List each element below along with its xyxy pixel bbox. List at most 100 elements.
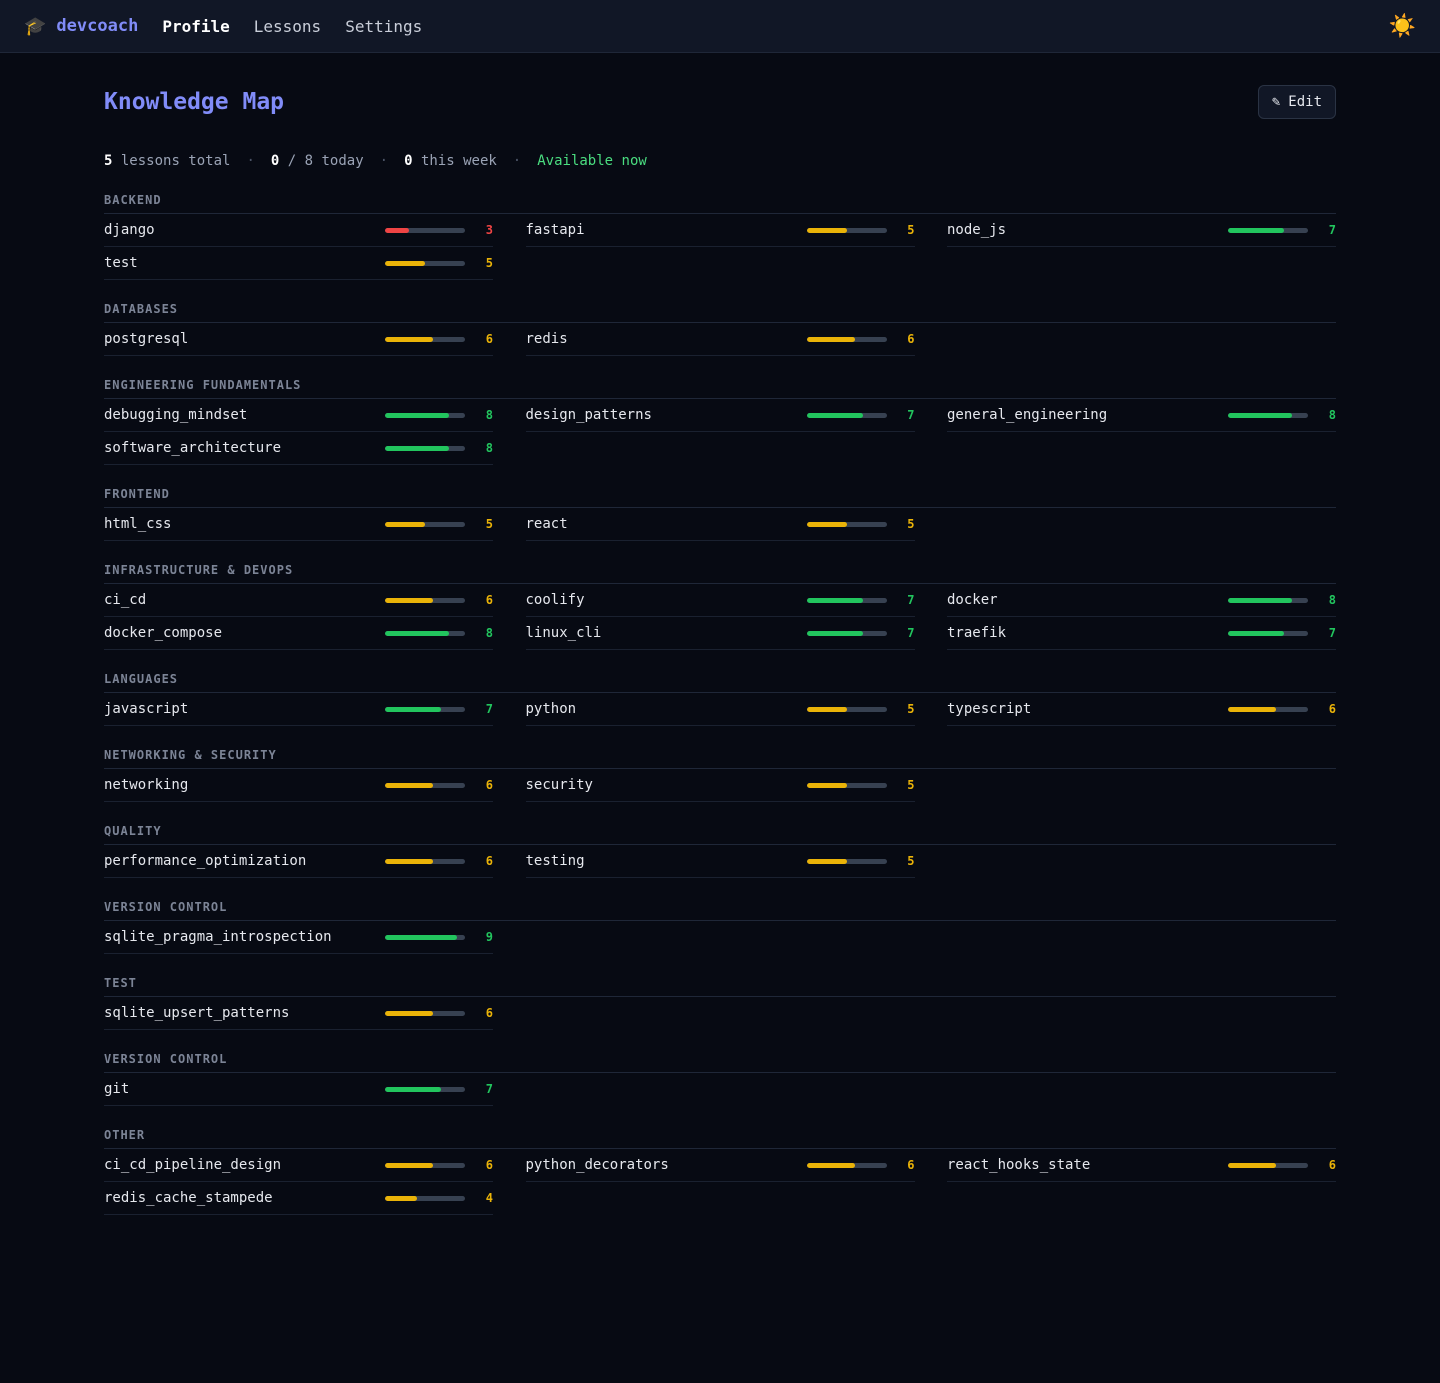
skill-row[interactable]: debugging_mindset 8 bbox=[104, 399, 493, 432]
category-version-control: VERSION CONTROL sqlite_pragma_introspecti… bbox=[104, 900, 1336, 954]
skill-name: django bbox=[104, 222, 155, 238]
skill-level-fill bbox=[806, 597, 863, 603]
category-databases: DATABASES postgresql 6 redis 6 bbox=[104, 302, 1336, 356]
skill-row[interactable]: linux_cli 7 bbox=[525, 617, 915, 650]
category-other: OTHER ci_cd_pipeline_design 6 python_decora… bbox=[104, 1128, 1336, 1215]
skill-score: 5 bbox=[907, 854, 915, 868]
skill-score: 7 bbox=[907, 626, 915, 640]
category-title: NETWORKING & SECURITY bbox=[104, 748, 1336, 769]
skill-row[interactable]: redis 6 bbox=[525, 323, 915, 356]
category-title: OTHER bbox=[104, 1128, 1336, 1149]
skill-score: 5 bbox=[907, 778, 915, 792]
skill-name: html_css bbox=[104, 516, 172, 532]
skill-row[interactable]: ci_cd_pipeline_design 6 bbox=[104, 1149, 493, 1182]
skill-level-bar bbox=[806, 858, 887, 864]
skill-level-bar bbox=[1228, 630, 1308, 636]
top-bar: 🎓 devcoach Profile Lessons Settings ☀️ bbox=[0, 0, 1440, 53]
edit-button[interactable]: ✎ Edit bbox=[1257, 85, 1336, 119]
skill-row[interactable]: software_architecture 8 bbox=[104, 432, 493, 465]
category-title: VERSION CONTROL bbox=[104, 900, 1336, 921]
skill-row[interactable]: node_js 7 bbox=[947, 214, 1336, 247]
skill-score: 5 bbox=[907, 223, 915, 237]
skill-row[interactable]: javascript 7 bbox=[104, 693, 493, 726]
skill-name: traefik bbox=[947, 625, 1007, 641]
skill-level-fill bbox=[385, 227, 409, 233]
skill-level-bar bbox=[1228, 597, 1308, 603]
skill-level-fill bbox=[1228, 227, 1284, 233]
skill-row[interactable]: coolify 7 bbox=[525, 584, 915, 617]
skill-row[interactable]: sqlite_upsert_patterns 6 bbox=[104, 997, 493, 1030]
category-title: DATABASES bbox=[104, 302, 1336, 323]
skill-level-bar bbox=[806, 227, 887, 233]
skill-level-bar bbox=[1228, 227, 1308, 233]
skill-row[interactable]: postgresql 6 bbox=[104, 323, 493, 356]
skill-row[interactable]: html_css 5 bbox=[104, 508, 493, 541]
skill-level-fill bbox=[385, 597, 433, 603]
skill-grid: performance_optimization 6 testing 5 bbox=[104, 845, 1336, 878]
skill-row[interactable]: react 5 bbox=[525, 508, 915, 541]
skill-level-fill bbox=[385, 858, 433, 864]
title-row: Knowledge Map ✎ Edit bbox=[104, 85, 1336, 119]
skill-name: networking bbox=[104, 777, 189, 793]
skill-name: typescript bbox=[947, 701, 1032, 717]
main-nav: Profile Lessons Settings bbox=[162, 17, 422, 36]
skill-row[interactable]: design_patterns 7 bbox=[525, 399, 915, 432]
skill-row[interactable]: security 5 bbox=[525, 769, 915, 802]
skill-level-fill bbox=[385, 1086, 441, 1092]
skill-level-bar bbox=[385, 336, 465, 342]
skill-level-bar bbox=[1228, 1162, 1308, 1168]
skill-row[interactable]: sqlite_pragma_introspection 9 bbox=[104, 921, 493, 954]
week-label: this week bbox=[420, 153, 497, 169]
skill-row[interactable]: general_engineering 8 bbox=[947, 399, 1336, 432]
skill-row[interactable]: fastapi 5 bbox=[525, 214, 915, 247]
skill-name: javascript bbox=[104, 701, 189, 717]
skill-row[interactable]: performance_optimization 6 bbox=[104, 845, 493, 878]
skill-row[interactable]: typescript 6 bbox=[947, 693, 1336, 726]
skill-name: sqlite_pragma_introspection bbox=[104, 929, 332, 945]
skill-row[interactable]: docker 8 bbox=[947, 584, 1336, 617]
skill-row[interactable]: ci_cd 6 bbox=[104, 584, 493, 617]
skill-level-bar bbox=[385, 1010, 465, 1016]
skill-row[interactable]: python 5 bbox=[525, 693, 915, 726]
skill-row[interactable]: networking 6 bbox=[104, 769, 493, 802]
nav-settings[interactable]: Settings bbox=[345, 17, 422, 36]
skill-level-bar bbox=[1228, 706, 1308, 712]
skill-level-fill bbox=[1228, 412, 1292, 418]
skill-row[interactable]: test 5 bbox=[104, 247, 493, 280]
skill-row[interactable]: redis_cache_stampede 4 bbox=[104, 1182, 493, 1215]
brand[interactable]: 🎓 devcoach bbox=[24, 16, 138, 37]
skill-level-bar bbox=[385, 706, 465, 712]
skill-row[interactable]: testing 5 bbox=[525, 845, 915, 878]
skill-grid: javascript 7 python 5 typescript 6 bbox=[104, 693, 1336, 726]
skill-level-fill bbox=[385, 782, 433, 788]
skill-row[interactable]: git 7 bbox=[104, 1073, 493, 1106]
skill-score: 7 bbox=[1328, 626, 1336, 640]
skill-level-bar bbox=[385, 260, 465, 266]
stats-line: 5 lessons total · 0 / 8 today · 0 this w… bbox=[104, 151, 1336, 171]
nav-profile[interactable]: Profile bbox=[162, 17, 229, 36]
skill-row[interactable]: django 3 bbox=[104, 214, 493, 247]
lessons-total-count: 5 bbox=[104, 153, 113, 169]
skill-name: fastapi bbox=[525, 222, 585, 238]
today-label: / 8 today bbox=[287, 153, 364, 169]
skill-name: docker bbox=[947, 592, 998, 608]
category-engineering-fundamentals: ENGINEERING FUNDAMENTALS debugging_mindse… bbox=[104, 378, 1336, 465]
skill-row[interactable]: traefik 7 bbox=[947, 617, 1336, 650]
skill-level-bar bbox=[1228, 412, 1308, 418]
skill-score: 5 bbox=[485, 256, 493, 270]
category-test: TEST sqlite_upsert_patterns 6 bbox=[104, 976, 1336, 1030]
skill-row[interactable]: react_hooks_state 6 bbox=[947, 1149, 1336, 1182]
skill-level-bar bbox=[385, 1195, 465, 1201]
category-networking-and-security: NETWORKING & SECURITY networking 6 security… bbox=[104, 748, 1336, 802]
nav-lessons[interactable]: Lessons bbox=[254, 17, 321, 36]
skill-row[interactable]: docker_compose 8 bbox=[104, 617, 493, 650]
skill-name: sqlite_upsert_patterns bbox=[104, 1005, 290, 1021]
skill-name: docker_compose bbox=[104, 625, 223, 641]
skill-score: 4 bbox=[485, 1191, 493, 1205]
skill-row[interactable]: python_decorators 6 bbox=[525, 1149, 915, 1182]
skill-score: 5 bbox=[485, 517, 493, 531]
week-count: 0 bbox=[404, 153, 413, 169]
pencil-icon: ✎ bbox=[1271, 94, 1281, 110]
theme-toggle-sun-icon[interactable]: ☀️ bbox=[1389, 15, 1416, 37]
edit-button-label: Edit bbox=[1288, 94, 1322, 110]
